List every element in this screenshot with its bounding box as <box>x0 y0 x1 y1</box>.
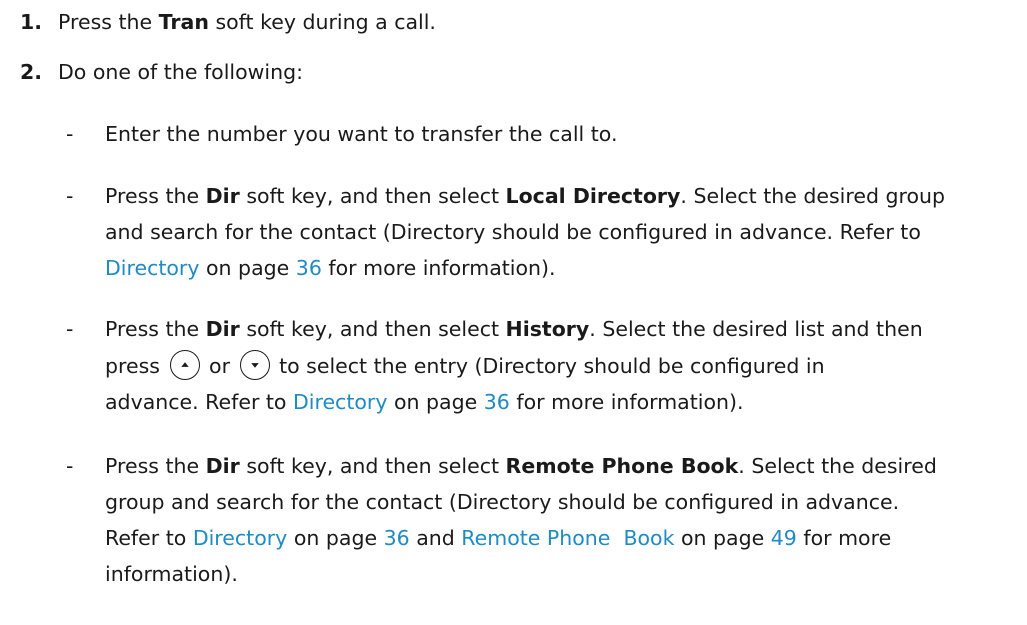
down-key-icon <box>239 350 270 380</box>
list-bullet: - <box>66 317 74 341</box>
option-text-part: on page <box>674 526 771 550</box>
remote-phone-book-link[interactable]: Remote Phone Book <box>461 526 674 550</box>
option-text: Directory on page 36 for more informatio… <box>105 254 556 282</box>
option-text-part: Press the <box>105 454 206 478</box>
option-text: Refer to Directory on page 36 and Remote… <box>105 524 891 552</box>
menu-item-label: Local Directory <box>505 184 681 208</box>
page-link[interactable]: 36 <box>296 256 322 280</box>
document-page: { "steps": [ { "number": "1.", "pre": "P… <box>0 0 1027 625</box>
page-link[interactable]: 49 <box>771 526 797 550</box>
directory-link[interactable]: Directory <box>105 256 199 280</box>
list-bullet: - <box>66 454 74 478</box>
soft-key-label: Dir <box>205 317 240 341</box>
option-text-part: Press the <box>105 184 206 208</box>
page-link[interactable]: 36 <box>384 526 410 550</box>
option-text: Press the Dir soft key, and then select … <box>105 315 923 343</box>
option-text: group and search for the contact (Direct… <box>105 490 900 514</box>
option-text-part: for more information). <box>509 390 744 414</box>
option-text-part: for more information). <box>321 256 556 280</box>
option-text-part: for more <box>796 526 892 550</box>
option-text-part: and <box>409 526 462 550</box>
option-text-part: on page <box>199 256 296 280</box>
option-text-part: press <box>105 354 160 378</box>
directory-link[interactable]: Directory <box>193 526 287 550</box>
step-text-part: soft key during a call. <box>208 10 436 34</box>
step-number: 1. <box>20 10 43 34</box>
option-text-part: on page <box>387 390 484 414</box>
option-text-part: soft key, and then select <box>239 184 506 208</box>
directory-link[interactable]: Directory <box>293 390 387 414</box>
option-text-part: on page <box>287 526 384 550</box>
step-text-part: Press the <box>58 10 159 34</box>
option-text-part: Press the <box>105 317 206 341</box>
option-text: Press the Dir soft key, and then select … <box>105 452 937 480</box>
option-text: Press the Dir soft key, and then select … <box>105 182 945 210</box>
option-text: Enter the number you want to transfer th… <box>105 122 618 146</box>
option-text: press or to select the entry (Directory … <box>105 350 825 382</box>
page-link[interactable]: 36 <box>484 390 510 414</box>
option-text: advance. Refer to Directory on page 36 f… <box>105 388 744 416</box>
option-text-part: . Select the desired list and then <box>589 317 923 341</box>
option-text-part: or <box>209 354 231 378</box>
list-bullet: - <box>66 122 74 146</box>
option-text: and search for the contact (Directory sh… <box>105 220 921 244</box>
step-text: Press the Tran soft key during a call. <box>58 8 436 36</box>
option-text-part: soft key, and then select <box>239 454 506 478</box>
option-text-part: . Select the desired <box>738 454 937 478</box>
option-text: information). <box>105 562 238 586</box>
option-text-part: . Select the desired group <box>680 184 946 208</box>
menu-item-label: History <box>505 317 590 341</box>
step-number: 2. <box>20 60 43 84</box>
up-key-icon <box>169 350 200 380</box>
soft-key-label: Dir <box>205 184 240 208</box>
step-text: Do one of the following: <box>58 60 304 84</box>
soft-key-label: Dir <box>205 454 240 478</box>
option-text-part: advance. Refer to <box>105 390 293 414</box>
option-text-part: to select the entry (Directory should be… <box>279 354 825 378</box>
soft-key-label: Tran <box>158 10 209 34</box>
menu-item-label: Remote Phone Book <box>505 454 739 478</box>
option-text-part: Refer to <box>105 526 193 550</box>
list-bullet: - <box>66 184 74 208</box>
option-text-part: soft key, and then select <box>239 317 506 341</box>
